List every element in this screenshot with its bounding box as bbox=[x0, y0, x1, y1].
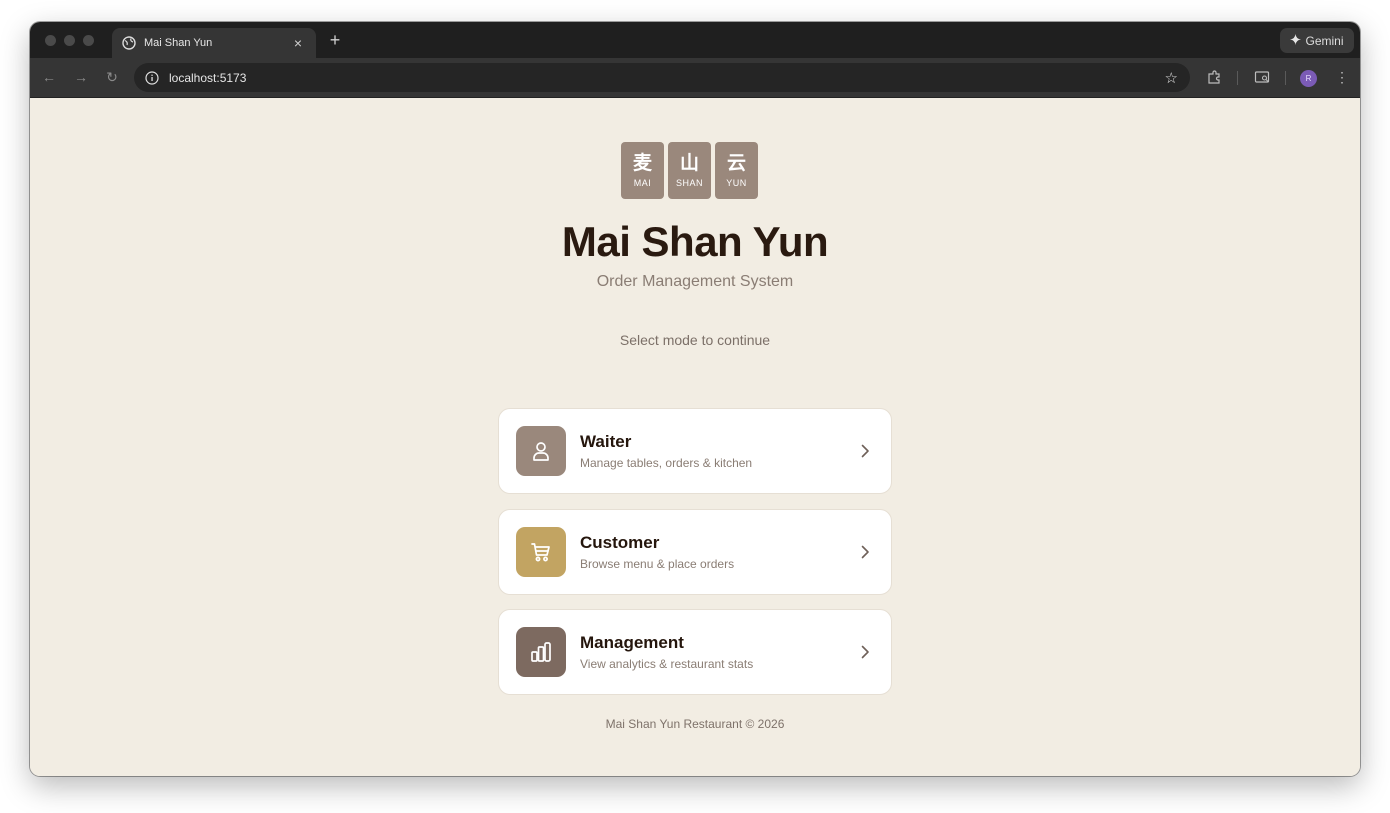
toolbar-divider bbox=[1237, 71, 1238, 85]
tab-search-icon[interactable] bbox=[1254, 69, 1271, 86]
url-text: localhost:5173 bbox=[169, 70, 247, 85]
card-description: View analytics & restaurant stats bbox=[580, 657, 754, 671]
page-footer: Mai Shan Yun Restaurant © 2026 bbox=[605, 717, 785, 731]
globe-icon bbox=[122, 36, 136, 50]
brand-logo: 麦 MAI 山 SHAN 云 YUN bbox=[621, 142, 758, 199]
maximize-window-button[interactable] bbox=[83, 35, 94, 46]
chevron-right-icon bbox=[857, 544, 873, 560]
card-title: Customer bbox=[580, 533, 660, 552]
info-icon[interactable] bbox=[143, 69, 161, 87]
page-subtitle: Order Management System bbox=[596, 273, 794, 290]
waiter-mode-card[interactable]: Waiter Manage tables, orders & kitchen bbox=[498, 408, 892, 494]
card-title: Management bbox=[580, 633, 684, 652]
logo-romanization: YUN bbox=[726, 178, 747, 188]
more-menu-icon[interactable]: ⋮ bbox=[1335, 68, 1349, 86]
logo-character: 山 bbox=[679, 153, 699, 174]
minimize-window-button[interactable] bbox=[64, 35, 75, 46]
chevron-right-icon bbox=[857, 644, 873, 660]
customer-mode-card[interactable]: Customer Browse menu & place orders bbox=[498, 509, 892, 595]
bookmark-star-icon[interactable]: ☆ bbox=[1165, 69, 1178, 87]
card-description: Browse menu & place orders bbox=[580, 557, 735, 571]
logo-character: 麦 bbox=[632, 153, 652, 174]
gemini-button[interactable]: Gemini bbox=[1280, 28, 1354, 53]
logo-romanization: SHAN bbox=[675, 178, 703, 188]
mode-prompt: Select mode to continue bbox=[619, 332, 771, 348]
logo-romanization: MAI bbox=[633, 178, 652, 188]
address-bar[interactable]: localhost:5173 ☆ bbox=[134, 63, 1190, 92]
tab-strip: Mai Shan Yun × + Gemini bbox=[30, 22, 1360, 58]
logo-character: 云 bbox=[726, 153, 746, 174]
profile-avatar[interactable]: R bbox=[1300, 70, 1317, 87]
management-mode-card[interactable]: Management View analytics & restaurant s… bbox=[498, 609, 892, 695]
close-window-button[interactable] bbox=[45, 35, 56, 46]
toolbar-divider bbox=[1285, 71, 1286, 85]
tab-title: Mai Shan Yun bbox=[144, 37, 213, 49]
close-tab-icon[interactable]: × bbox=[290, 36, 306, 50]
page-content: 麦 MAI 山 SHAN 云 YUN Mai Shan Yun Order Ma… bbox=[30, 99, 1360, 776]
card-description: Manage tables, orders & kitchen bbox=[580, 456, 753, 470]
browser-tab[interactable]: Mai Shan Yun × bbox=[112, 28, 316, 58]
bar-chart-icon bbox=[516, 627, 566, 677]
extensions-icon[interactable] bbox=[1206, 69, 1223, 86]
reload-icon[interactable]: ↻ bbox=[102, 67, 122, 87]
card-title: Waiter bbox=[580, 432, 632, 451]
logo-tile-shan: 山 SHAN bbox=[668, 142, 711, 199]
browser-window: Mai Shan Yun × + Gemini ← → ↻ localhost:… bbox=[30, 22, 1360, 776]
logo-tile-mai: 麦 MAI bbox=[621, 142, 664, 199]
back-arrow-icon[interactable]: ← bbox=[39, 67, 59, 87]
sparkle-icon bbox=[1290, 33, 1302, 48]
cart-icon bbox=[516, 527, 566, 577]
page-title: Mai Shan Yun bbox=[561, 218, 829, 265]
new-tab-button[interactable]: + bbox=[326, 30, 344, 50]
gemini-label: Gemini bbox=[1305, 33, 1344, 48]
user-icon bbox=[516, 426, 566, 476]
chevron-right-icon bbox=[857, 443, 873, 459]
logo-tile-yun: 云 YUN bbox=[715, 142, 758, 199]
forward-arrow-icon[interactable]: → bbox=[71, 67, 91, 87]
browser-toolbar: ← → ↻ localhost:5173 ☆ R ⋮ bbox=[30, 58, 1360, 98]
